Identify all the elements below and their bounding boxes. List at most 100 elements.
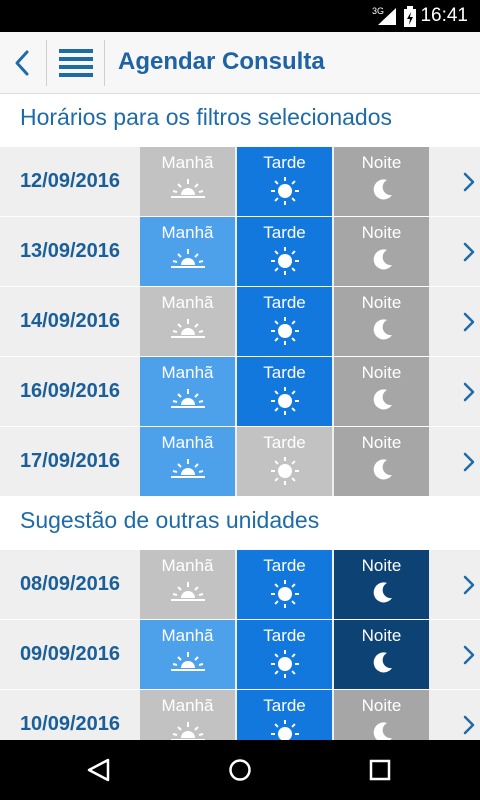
sunrise-icon [170, 249, 205, 268]
period-label: Manhã [161, 433, 214, 452]
period-label: Manhã [161, 293, 214, 312]
period-cell-afternoon[interactable]: Tarde [237, 287, 332, 356]
chevron-right-icon[interactable] [462, 381, 476, 403]
nav-back-icon[interactable] [86, 758, 112, 782]
moon-icon [373, 389, 392, 410]
row-date: 13/09/2016 [19, 240, 121, 262]
sun-icon [270, 580, 299, 608]
moon-icon [373, 249, 392, 270]
row-date: 14/09/2016 [19, 310, 121, 332]
appbar-divider [46, 40, 47, 86]
period-cell-morning[interactable]: Manhã [140, 427, 235, 496]
period-label: Manhã [161, 153, 214, 172]
period-cell-morning[interactable]: Manhã [140, 620, 235, 689]
period-cell-morning: Manhã [140, 147, 235, 216]
back-arrow-icon[interactable] [8, 46, 38, 80]
chevron-right-icon[interactable] [462, 644, 476, 666]
nav-home-icon[interactable] [228, 758, 252, 782]
period-cell-night: Noite [334, 217, 429, 286]
period-label: Manhã [161, 556, 214, 575]
schedule-row[interactable]: 08/09/2016 Manhã Tarde Noite [0, 550, 480, 619]
sunrise-icon [170, 389, 205, 408]
status-bar: 3G 16:41 [0, 0, 480, 32]
chevron-right-icon[interactable] [462, 171, 476, 193]
sunrise-icon [170, 179, 205, 198]
period-label: Tarde [263, 223, 306, 242]
chevron-right-icon[interactable] [462, 311, 476, 333]
moon-icon [373, 652, 392, 673]
period-label: Manhã [161, 696, 214, 715]
period-label: Noite [361, 626, 402, 645]
period-label: Manhã [161, 626, 214, 645]
page-title: Agendar Consulta [118, 48, 325, 75]
appbar-divider [104, 40, 105, 86]
schedule-row[interactable]: 12/09/2016 Manhã Tarde Noite [0, 147, 480, 216]
period-cell-night: Noite [334, 147, 429, 216]
period-label: Tarde [263, 556, 306, 575]
sun-icon [270, 387, 299, 415]
period-cell-night[interactable]: Noite [334, 550, 429, 619]
sunrise-icon [170, 459, 205, 478]
period-cell-afternoon: Tarde [237, 427, 332, 496]
schedule-row[interactable]: 14/09/2016 Manhã Tarde Noite [0, 287, 480, 356]
period-cell-afternoon[interactable]: Tarde [237, 550, 332, 619]
period-cell-afternoon[interactable]: Tarde [237, 147, 332, 216]
period-label: Tarde [263, 363, 306, 382]
moon-icon [373, 319, 392, 340]
period-label: Noite [361, 363, 402, 382]
chevron-right-icon[interactable] [462, 714, 476, 736]
period-label: Noite [361, 696, 402, 715]
moon-icon [373, 459, 392, 480]
period-cell-afternoon[interactable]: Tarde [237, 217, 332, 286]
period-cell-morning[interactable]: Manhã [140, 217, 235, 286]
section-header: Horários para os filtros selecionados [0, 94, 480, 146]
schedule-row[interactable]: 17/09/2016 Manhã Tarde Noite [0, 427, 480, 496]
chevron-right-icon[interactable] [462, 241, 476, 263]
period-cell-morning: Manhã [140, 550, 235, 619]
period-cell-afternoon[interactable]: Tarde [237, 620, 332, 689]
period-cell-night: Noite [334, 287, 429, 356]
sun-icon [270, 457, 299, 485]
period-cell-night[interactable]: Noite [334, 620, 429, 689]
clock: 16:41 [420, 5, 468, 26]
period-cell-afternoon[interactable]: Tarde [237, 357, 332, 426]
period-label: Noite [361, 153, 402, 172]
period-label: Noite [361, 556, 402, 575]
row-date: 09/09/2016 [19, 643, 121, 665]
menu-icon[interactable] [58, 47, 94, 79]
period-label: Tarde [263, 696, 306, 715]
period-label: Tarde [263, 293, 306, 312]
schedule-row[interactable]: 09/09/2016 Manhã Tarde Noite [0, 620, 480, 689]
schedule-row[interactable]: 16/09/2016 Manhã Tarde Noite [0, 357, 480, 426]
signal-icon [378, 8, 396, 25]
navigation-bar [0, 740, 480, 800]
chevron-right-icon[interactable] [462, 574, 476, 596]
row-date: 17/09/2016 [19, 450, 121, 472]
battery-icon [404, 6, 416, 27]
period-cell-morning: Manhã [140, 287, 235, 356]
moon-icon [373, 179, 392, 200]
period-cell-night: Noite [334, 427, 429, 496]
period-label: Manhã [161, 223, 214, 242]
sun-icon [270, 247, 299, 275]
period-label: Tarde [263, 626, 306, 645]
sun-icon [270, 177, 299, 205]
section-title: Sugestão de outras unidades [20, 507, 320, 533]
sun-icon [270, 317, 299, 345]
period-cell-night: Noite [334, 357, 429, 426]
row-date: 08/09/2016 [19, 573, 121, 595]
period-label: Tarde [263, 153, 306, 172]
section-title: Horários para os filtros selecionados [20, 104, 393, 130]
section-header: Sugestão de outras unidades [0, 497, 480, 549]
schedule-row[interactable]: 13/09/2016 Manhã Tarde Noite [0, 217, 480, 286]
period-label: Noite [361, 433, 402, 452]
period-label: Tarde [263, 433, 306, 452]
nav-recents-icon[interactable] [369, 759, 391, 781]
period-label: Noite [361, 223, 402, 242]
row-date: 12/09/2016 [19, 170, 121, 192]
sunrise-icon [170, 582, 205, 601]
sunrise-icon [170, 652, 205, 671]
chevron-right-icon[interactable] [462, 451, 476, 473]
period-cell-morning[interactable]: Manhã [140, 357, 235, 426]
period-label: Noite [361, 293, 402, 312]
